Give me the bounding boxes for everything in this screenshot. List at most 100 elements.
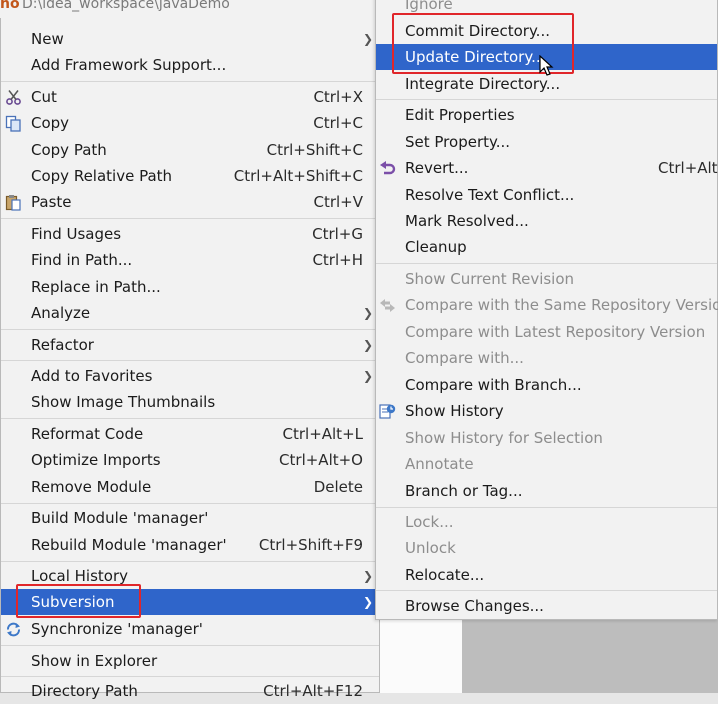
menu-item-new[interactable]: New ❯ bbox=[1, 26, 379, 52]
menu-item-label: Revert... bbox=[405, 159, 469, 177]
menu-item-label: Copy Relative Path bbox=[31, 167, 173, 185]
menu-item-analyze[interactable]: Analyze ❯ bbox=[1, 300, 379, 326]
menu-item-rebuild-module[interactable]: Rebuild Module 'manager' Ctrl+Shift+F9 bbox=[1, 532, 379, 558]
submenu-arrow-icon: ❯ bbox=[362, 32, 373, 46]
paste-icon bbox=[5, 195, 21, 211]
menu-item-branch-or-tag[interactable]: Branch or Tag... bbox=[376, 478, 717, 504]
menu-item-label: Refactor bbox=[31, 336, 94, 354]
submenu-arrow-icon: ❯ bbox=[362, 306, 373, 320]
menu-separator bbox=[1, 418, 379, 419]
menu-separator bbox=[376, 99, 717, 100]
menu-item-show-history-for-selection[interactable]: Show History for Selection bbox=[376, 425, 717, 451]
menu-item-show-image-thumbnails[interactable]: Show Image Thumbnails bbox=[1, 389, 379, 415]
menu-item-add-to-favorites[interactable]: Add to Favorites ❯ bbox=[1, 363, 379, 389]
submenu-arrow-icon: ❯ bbox=[362, 595, 373, 609]
menu-item-label: Compare with... bbox=[405, 349, 524, 367]
menu-item-label: Show in Explorer bbox=[31, 652, 158, 670]
menu-item-remove-module[interactable]: Remove Module Delete bbox=[1, 474, 379, 500]
menu-item-revert[interactable]: Revert... Ctrl+Alt+ bbox=[376, 155, 718, 181]
menu-item-reformat-code[interactable]: Reformat Code Ctrl+Alt+L bbox=[1, 421, 379, 447]
menu-item-label: Resolve Text Conflict... bbox=[405, 186, 575, 204]
menu-item-label: Compare with the Same Repository Version bbox=[405, 296, 718, 314]
compare-arrows-icon bbox=[380, 299, 395, 312]
mouse-cursor-icon bbox=[539, 55, 554, 76]
project-logo: no bbox=[0, 0, 20, 12]
menu-item-find-usages[interactable]: Find Usages Ctrl+G bbox=[1, 221, 379, 247]
menu-item-label: Rebuild Module 'manager' bbox=[31, 536, 227, 554]
menu-item-directory-path[interactable]: Directory Path Ctrl+Alt+F12 bbox=[1, 678, 379, 704]
menu-item-cut[interactable]: Cut Ctrl+X bbox=[1, 84, 379, 110]
shortcut-text: Ctrl+X bbox=[313, 88, 363, 106]
menu-item-show-in-explorer[interactable]: Show in Explorer bbox=[1, 648, 379, 674]
menu-item-lock[interactable]: Lock... bbox=[376, 509, 717, 535]
menu-item-paste[interactable]: Paste Ctrl+V bbox=[1, 189, 379, 215]
menu-item-label: Copy bbox=[31, 114, 70, 132]
menu-item-label: Find in Path... bbox=[31, 251, 133, 269]
project-path-bar: no D:\idea_workspace\javaDemo bbox=[0, 0, 380, 18]
menu-item-relocate[interactable]: Relocate... bbox=[376, 562, 717, 588]
shortcut-text: Ctrl+Alt+F12 bbox=[263, 682, 363, 700]
shortcut-text: Ctrl+Alt+Shift+C bbox=[233, 167, 363, 185]
shortcut-text: Ctrl+Shift+F9 bbox=[258, 536, 363, 554]
menu-separator bbox=[376, 590, 717, 591]
menu-item-label: Add Framework Support... bbox=[31, 56, 227, 74]
revert-icon bbox=[380, 161, 396, 175]
menu-item-label: Integrate Directory... bbox=[405, 75, 561, 93]
copy-icon bbox=[5, 115, 21, 132]
menu-item-label: Replace in Path... bbox=[31, 278, 161, 296]
menu-item-copy[interactable]: Copy Ctrl+C bbox=[1, 110, 379, 136]
shortcut-text: Ctrl+V bbox=[313, 193, 363, 211]
menu-item-label: Relocate... bbox=[405, 566, 485, 584]
menu-item-label: New bbox=[31, 30, 64, 48]
subversion-submenu: Ignore Commit Directory... Update Direct… bbox=[375, 0, 718, 620]
menu-item-resolve-text-conflict[interactable]: Resolve Text Conflict... bbox=[376, 182, 717, 208]
menu-separator bbox=[1, 218, 379, 219]
menu-item-set-property[interactable]: Set Property... bbox=[376, 129, 717, 155]
menu-item-label: Branch or Tag... bbox=[405, 482, 523, 500]
menu-item-label: Set Property... bbox=[405, 133, 511, 151]
menu-separator bbox=[1, 645, 379, 646]
menu-item-build-module[interactable]: Build Module 'manager' bbox=[1, 505, 379, 531]
menu-item-label: Optimize Imports bbox=[31, 451, 161, 469]
menu-separator bbox=[1, 676, 379, 677]
menu-item-label: Find Usages bbox=[31, 225, 122, 243]
project-path: D:\idea_workspace\javaDemo bbox=[22, 0, 230, 12]
menu-item-unlock[interactable]: Unlock bbox=[376, 535, 717, 561]
shortcut-text: Ctrl+Alt+ bbox=[658, 159, 718, 177]
menu-item-compare-latest-repository-version[interactable]: Compare with Latest Repository Version bbox=[376, 319, 717, 345]
menu-item-add-framework-support[interactable]: Add Framework Support... bbox=[1, 52, 379, 78]
menu-item-label: Show Current Revision bbox=[405, 270, 575, 288]
menu-item-label: Copy Path bbox=[31, 141, 107, 159]
history-icon bbox=[379, 404, 396, 419]
menu-item-label: Cut bbox=[31, 88, 57, 106]
menu-item-copy-relative-path[interactable]: Copy Relative Path Ctrl+Alt+Shift+C bbox=[1, 163, 379, 189]
menu-item-label: Reformat Code bbox=[31, 425, 144, 443]
menu-item-edit-properties[interactable]: Edit Properties bbox=[376, 102, 717, 128]
menu-item-show-history[interactable]: Show History bbox=[376, 398, 717, 424]
menu-item-compare-with[interactable]: Compare with... bbox=[376, 345, 717, 371]
menu-item-annotate[interactable]: Annotate bbox=[376, 451, 717, 477]
menu-item-synchronize[interactable]: Synchronize 'manager' bbox=[1, 616, 379, 642]
menu-item-copy-path[interactable]: Copy Path Ctrl+Shift+C bbox=[1, 137, 379, 163]
menu-item-replace-in-path[interactable]: Replace in Path... bbox=[1, 274, 379, 300]
menu-item-refactor[interactable]: Refactor ❯ bbox=[1, 332, 379, 358]
menu-item-label: Lock... bbox=[405, 513, 454, 531]
shortcut-text: Ctrl+C bbox=[313, 114, 363, 132]
background-editor-area bbox=[380, 620, 718, 693]
menu-item-label: Analyze bbox=[31, 304, 91, 322]
menu-item-find-in-path[interactable]: Find in Path... Ctrl+H bbox=[1, 247, 379, 273]
menu-item-label: Show Image Thumbnails bbox=[31, 393, 216, 411]
menu-separator bbox=[376, 507, 717, 508]
menu-item-label: Show History bbox=[405, 402, 504, 420]
menu-item-browse-changes[interactable]: Browse Changes... bbox=[376, 593, 717, 619]
menu-item-show-current-revision[interactable]: Show Current Revision bbox=[376, 266, 717, 292]
menu-item-compare-with-branch[interactable]: Compare with Branch... bbox=[376, 372, 717, 398]
submenu-arrow-icon: ❯ bbox=[362, 369, 373, 383]
menu-separator bbox=[376, 263, 717, 264]
menu-item-optimize-imports[interactable]: Optimize Imports Ctrl+Alt+O bbox=[1, 447, 379, 473]
synchronize-icon bbox=[7, 622, 20, 637]
menu-item-mark-resolved[interactable]: Mark Resolved... bbox=[376, 208, 717, 234]
menu-separator bbox=[1, 81, 379, 82]
menu-item-compare-same-repository-version[interactable]: Compare with the Same Repository Version bbox=[376, 292, 718, 318]
menu-item-cleanup[interactable]: Cleanup bbox=[376, 234, 717, 260]
